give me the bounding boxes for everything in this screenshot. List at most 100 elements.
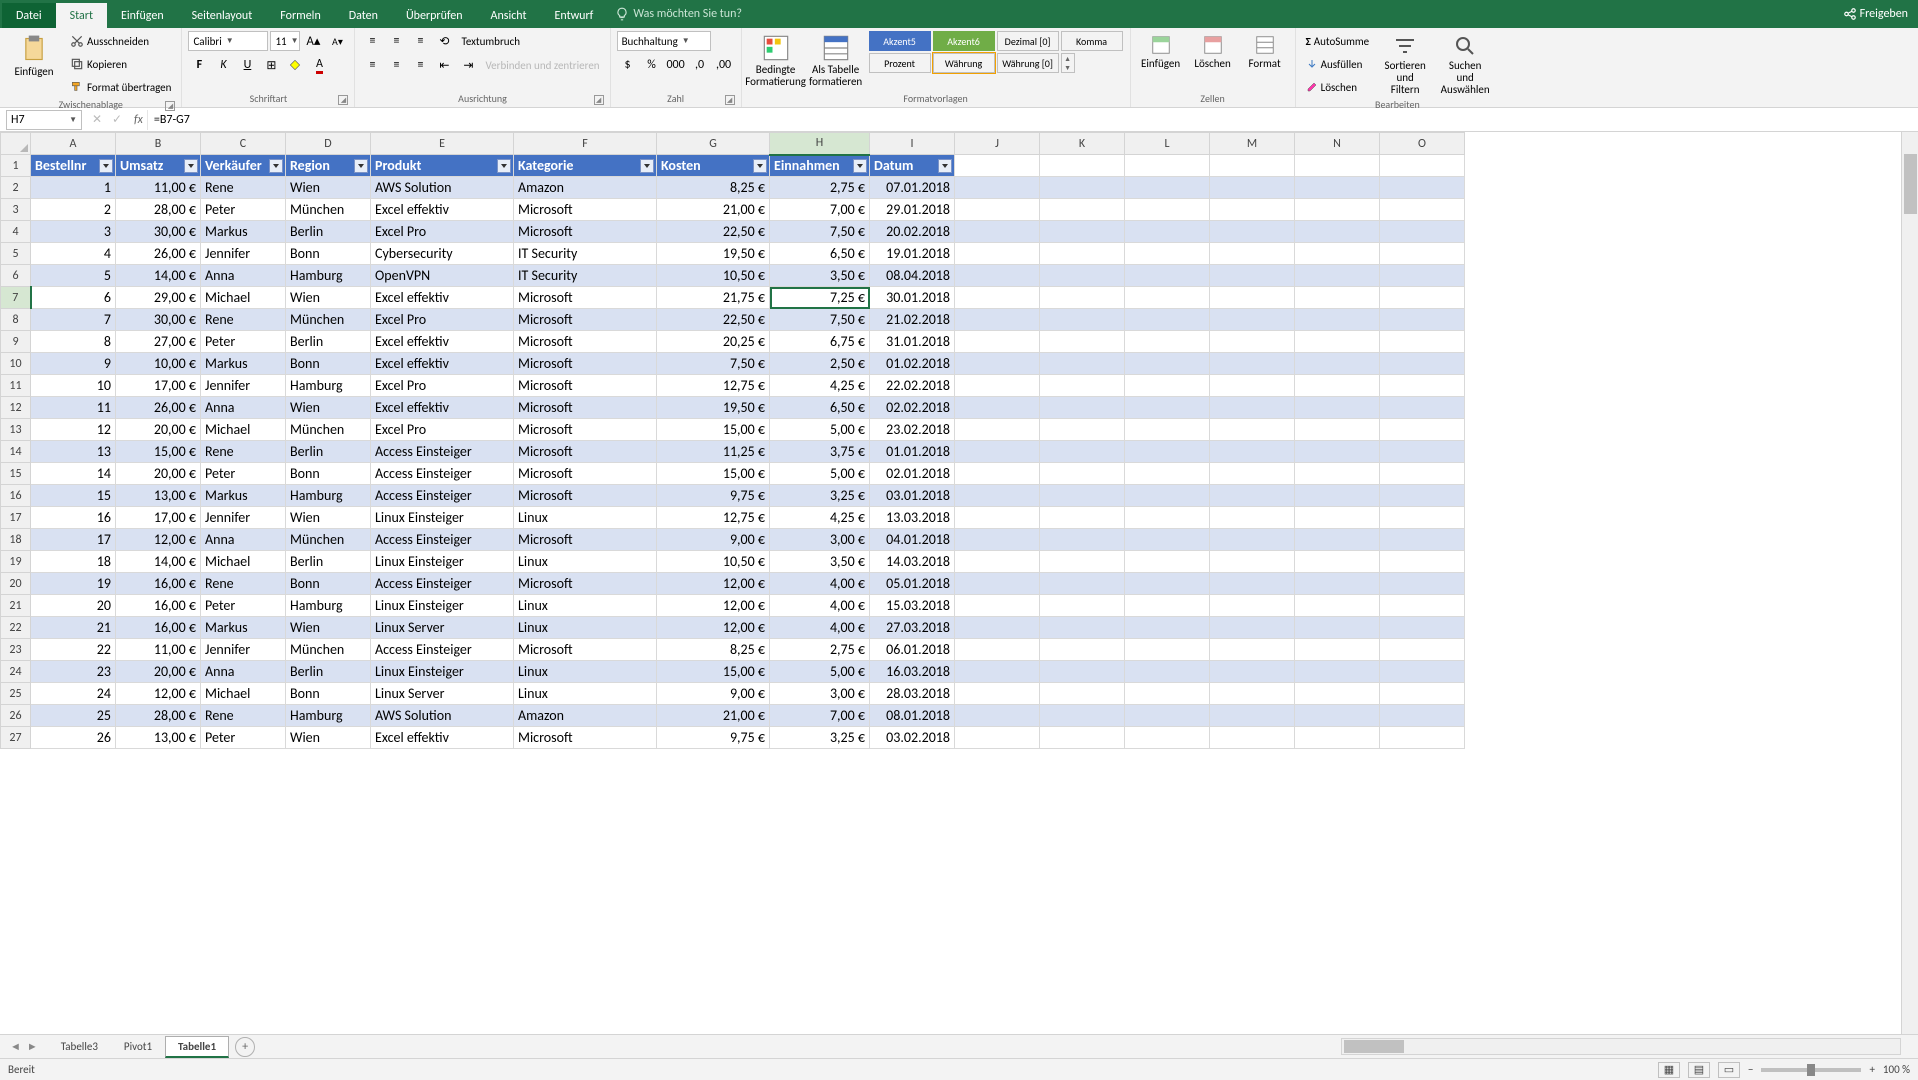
cell-O13[interactable] xyxy=(1380,419,1465,441)
cell-B23[interactable]: 11,00 € xyxy=(116,639,201,661)
table-header-bestellnr[interactable]: Bestellnr xyxy=(31,155,116,177)
cell-N18[interactable] xyxy=(1295,529,1380,551)
cell-L2[interactable] xyxy=(1125,177,1210,199)
cell-H21[interactable]: 4,00 € xyxy=(770,595,870,617)
col-header-K[interactable]: K xyxy=(1040,133,1125,155)
cell-E24[interactable]: Linux Einsteiger xyxy=(371,661,514,683)
cell-B7[interactable]: 29,00 € xyxy=(116,287,201,309)
cell-B2[interactable]: 11,00 € xyxy=(116,177,201,199)
cell-O27[interactable] xyxy=(1380,727,1465,749)
cell-F15[interactable]: Microsoft xyxy=(514,463,657,485)
cell-F27[interactable]: Microsoft xyxy=(514,727,657,749)
dialog-launcher-icon[interactable]: ◢ xyxy=(165,101,175,111)
font-size-combo[interactable]: 11▼ xyxy=(270,31,300,51)
zoom-in-button[interactable]: + xyxy=(1869,1063,1874,1076)
filter-dropdown-icon[interactable] xyxy=(640,159,654,173)
cell-A14[interactable]: 13 xyxy=(31,441,116,463)
cell-L16[interactable] xyxy=(1125,485,1210,507)
cell-B25[interactable]: 12,00 € xyxy=(116,683,201,705)
paste-button[interactable]: Einfügen xyxy=(6,30,62,78)
cell-I24[interactable]: 16.03.2018 xyxy=(870,661,955,683)
cell-C13[interactable]: Michael xyxy=(201,419,286,441)
autosum-button[interactable]: Σ AutoSumme xyxy=(1302,30,1374,52)
cell-B10[interactable]: 10,00 € xyxy=(116,353,201,375)
cell[interactable] xyxy=(1210,155,1295,177)
row-header-16[interactable]: 16 xyxy=(1,485,31,507)
cell-M9[interactable] xyxy=(1210,331,1295,353)
cell-F21[interactable]: Linux xyxy=(514,595,657,617)
cell-H6[interactable]: 3,50 € xyxy=(770,265,870,287)
filter-dropdown-icon[interactable] xyxy=(354,159,368,173)
menu-tab-überprüfen[interactable]: Überprüfen xyxy=(392,3,477,28)
select-all-corner[interactable] xyxy=(1,133,31,155)
format-cells-button[interactable]: Format xyxy=(1241,30,1289,70)
cell-D11[interactable]: Hamburg xyxy=(286,375,371,397)
cell-M5[interactable] xyxy=(1210,243,1295,265)
row-header-20[interactable]: 20 xyxy=(1,573,31,595)
fx-icon[interactable]: fx xyxy=(130,113,147,127)
cell-C11[interactable]: Jennifer xyxy=(201,375,286,397)
increase-indent-button[interactable]: ⇥ xyxy=(457,54,479,76)
dialog-launcher-icon[interactable]: ◢ xyxy=(594,95,604,105)
cell-G3[interactable]: 21,00 € xyxy=(657,199,770,221)
cell-K20[interactable] xyxy=(1040,573,1125,595)
cell-F3[interactable]: Microsoft xyxy=(514,199,657,221)
enter-formula-button[interactable]: ✓ xyxy=(108,111,126,129)
cell-H5[interactable]: 6,50 € xyxy=(770,243,870,265)
row-header-27[interactable]: 27 xyxy=(1,727,31,749)
cell-L7[interactable] xyxy=(1125,287,1210,309)
cell-G12[interactable]: 19,50 € xyxy=(657,397,770,419)
row-header-7[interactable]: 7 xyxy=(1,287,31,309)
cell-E18[interactable]: Access Einsteiger xyxy=(371,529,514,551)
cell-B6[interactable]: 14,00 € xyxy=(116,265,201,287)
cell-A8[interactable]: 7 xyxy=(31,309,116,331)
cell-I6[interactable]: 08.04.2018 xyxy=(870,265,955,287)
cell-C27[interactable]: Peter xyxy=(201,727,286,749)
row-header-25[interactable]: 25 xyxy=(1,683,31,705)
cell-L11[interactable] xyxy=(1125,375,1210,397)
cell-H4[interactable]: 7,50 € xyxy=(770,221,870,243)
col-header-J[interactable]: J xyxy=(955,133,1040,155)
cell-M16[interactable] xyxy=(1210,485,1295,507)
cell-C18[interactable]: Anna xyxy=(201,529,286,551)
cell-I3[interactable]: 29.01.2018 xyxy=(870,199,955,221)
cell-F10[interactable]: Microsoft xyxy=(514,353,657,375)
cell-A4[interactable]: 3 xyxy=(31,221,116,243)
cell-K19[interactable] xyxy=(1040,551,1125,573)
cell-O17[interactable] xyxy=(1380,507,1465,529)
cell-H2[interactable]: 2,75 € xyxy=(770,177,870,199)
cell-B13[interactable]: 20,00 € xyxy=(116,419,201,441)
cell-J11[interactable] xyxy=(955,375,1040,397)
cell-J19[interactable] xyxy=(955,551,1040,573)
cell-H18[interactable]: 3,00 € xyxy=(770,529,870,551)
underline-button[interactable]: U xyxy=(236,54,258,76)
cell-G23[interactable]: 8,25 € xyxy=(657,639,770,661)
cell-L6[interactable] xyxy=(1125,265,1210,287)
cell-K12[interactable] xyxy=(1040,397,1125,419)
cell-L5[interactable] xyxy=(1125,243,1210,265)
cell-A26[interactable]: 25 xyxy=(31,705,116,727)
cell-C25[interactable]: Michael xyxy=(201,683,286,705)
cell-C21[interactable]: Peter xyxy=(201,595,286,617)
cell-I17[interactable]: 13.03.2018 xyxy=(870,507,955,529)
cell-A7[interactable]: 6 xyxy=(31,287,116,309)
table-header-datum[interactable]: Datum xyxy=(870,155,955,177)
cell-O14[interactable] xyxy=(1380,441,1465,463)
cell-D24[interactable]: Berlin xyxy=(286,661,371,683)
decrease-decimal-button[interactable]: ,00 xyxy=(713,54,735,76)
cancel-formula-button[interactable]: ✕ xyxy=(88,111,106,129)
cut-button[interactable]: Ausschneiden xyxy=(66,30,175,52)
col-header-B[interactable]: B xyxy=(116,133,201,155)
cell-E6[interactable]: OpenVPN xyxy=(371,265,514,287)
row-header-17[interactable]: 17 xyxy=(1,507,31,529)
cell-C14[interactable]: Rene xyxy=(201,441,286,463)
cell-M25[interactable] xyxy=(1210,683,1295,705)
cell-C9[interactable]: Peter xyxy=(201,331,286,353)
cell-D10[interactable]: Bonn xyxy=(286,353,371,375)
cell-H19[interactable]: 3,50 € xyxy=(770,551,870,573)
cell-B14[interactable]: 15,00 € xyxy=(116,441,201,463)
cell-O26[interactable] xyxy=(1380,705,1465,727)
cell-B16[interactable]: 13,00 € xyxy=(116,485,201,507)
cell-E9[interactable]: Excel effektiv xyxy=(371,331,514,353)
sheet-tab-pivot1[interactable]: Pivot1 xyxy=(111,1036,165,1058)
